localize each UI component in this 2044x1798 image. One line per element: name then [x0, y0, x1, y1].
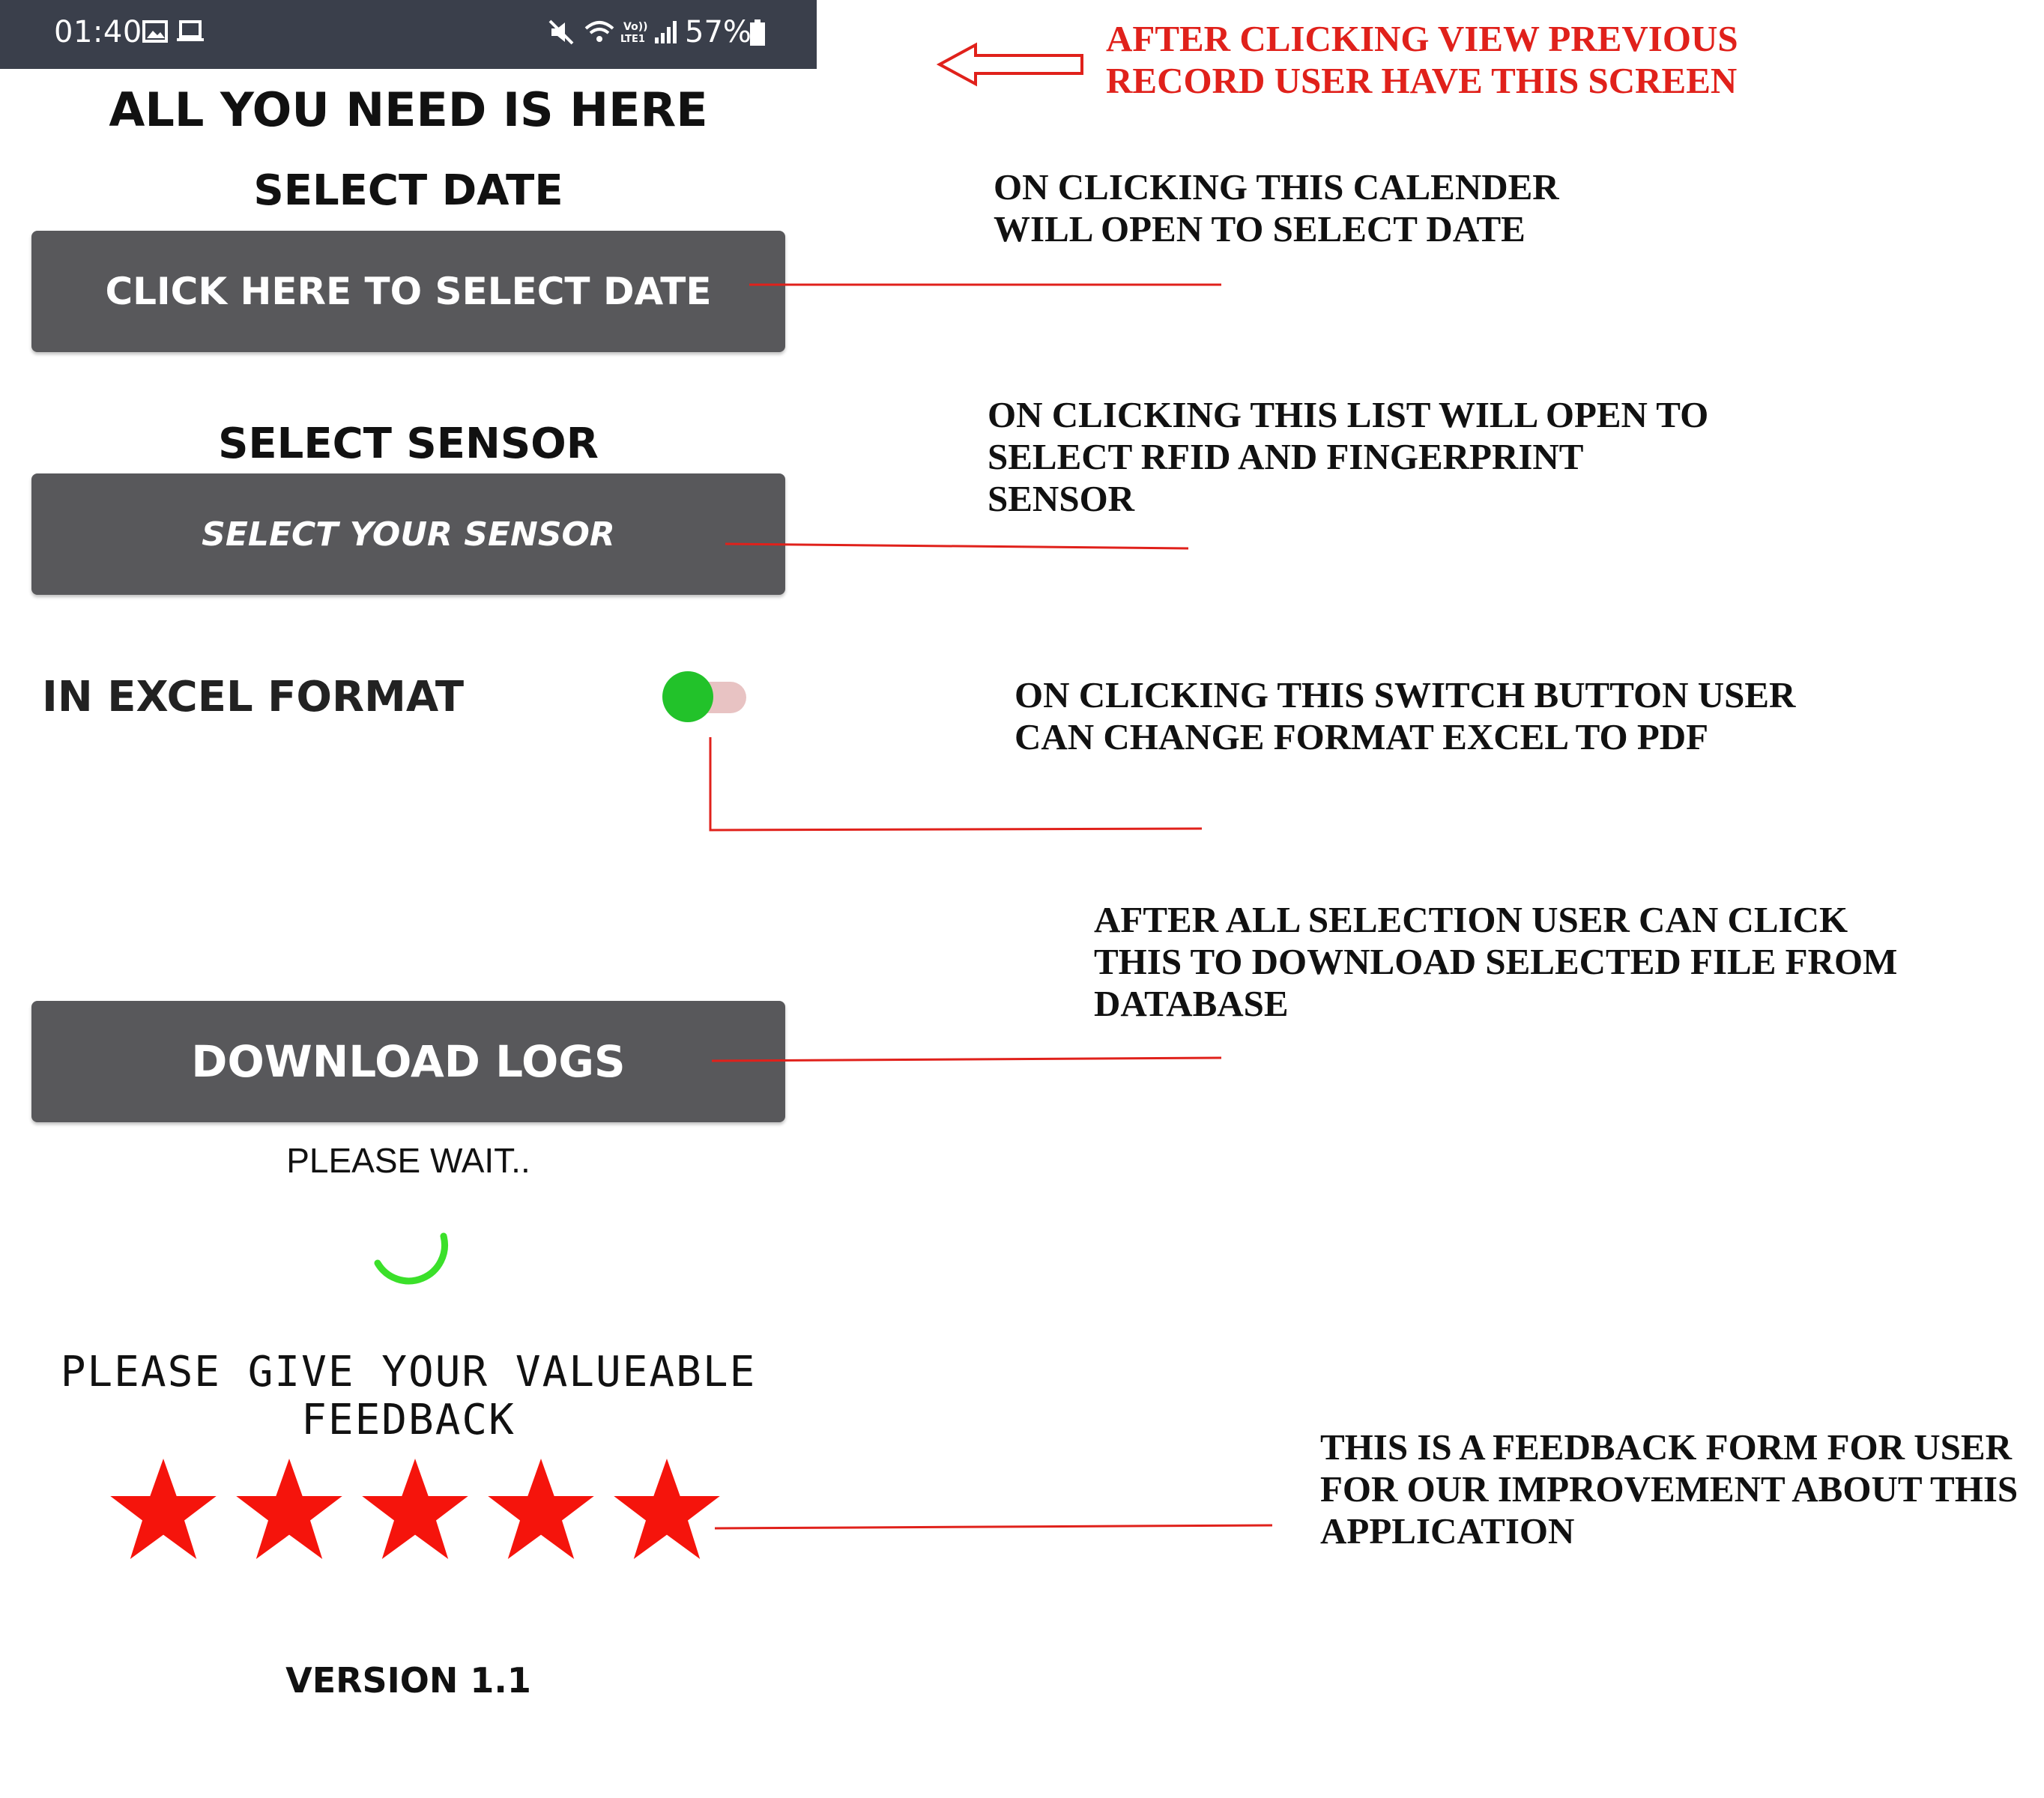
annotation-screen-context: AFTER CLICKING VIEW PREVIOUS RECORD USER… — [1106, 18, 1738, 101]
version-label: VERSION 1.1 — [285, 1660, 531, 1701]
feedback-prompt: PLEASE GIVE YOUR VALUEABLE FEEDBACK — [60, 1348, 757, 1444]
star-icon[interactable] — [486, 1456, 596, 1561]
gallery-icon — [142, 19, 168, 49]
mute-icon — [548, 19, 575, 52]
select-date-button[interactable]: CLICK HERE TO SELECT DATE — [31, 231, 785, 352]
signal-icon — [653, 19, 677, 52]
select-date-label: SELECT DATE — [253, 166, 563, 215]
loading-spinner-icon — [374, 1232, 448, 1285]
switch-thumb — [662, 671, 713, 722]
wifi-icon — [584, 19, 614, 52]
select-sensor-dropdown[interactable]: SELECT YOUR SENSOR — [31, 473, 785, 595]
phone-screen: 01:40 Vo)) LTE1 57% ALL YOU NEED IS HERE … — [0, 0, 817, 1798]
star-icon[interactable] — [360, 1456, 471, 1561]
status-time: 01:40 — [54, 15, 142, 49]
laptop-icon — [177, 19, 204, 49]
format-toggle-switch[interactable] — [662, 670, 749, 722]
select-sensor-label: SELECT SENSOR — [218, 420, 599, 468]
svg-text:LTE1: LTE1 — [620, 34, 645, 45]
annotation-feedback: THIS IS A FEEDBACK FORM FOR USER FOR OUR… — [1320, 1426, 2019, 1552]
annotation-arrow-icon — [936, 42, 1083, 87]
annotation-switch: ON CLICKING THIS SWITCH BUTTON USER CAN … — [1015, 674, 1796, 757]
page-title: ALL YOU NEED IS HERE — [109, 82, 708, 137]
star-icon[interactable] — [611, 1456, 722, 1561]
star-icon[interactable] — [108, 1456, 219, 1561]
annotation-download: AFTER ALL SELECTION USER CAN CLICK THIS … — [1094, 899, 1898, 1024]
svg-text:Vo)): Vo)) — [623, 21, 647, 33]
format-label: IN EXCEL FORMAT — [42, 673, 465, 721]
download-logs-button[interactable]: DOWNLOAD LOGS — [31, 1001, 785, 1122]
battery-icon — [749, 19, 766, 53]
status-bar: 01:40 Vo)) LTE1 57% — [0, 0, 817, 69]
star-rating[interactable] — [108, 1456, 722, 1561]
annotation-calendar: ON CLICKING THIS CALENDER WILL OPEN TO S… — [994, 166, 1559, 249]
battery-percent: 57% — [685, 15, 752, 49]
loading-text: PLEASE WAIT.. — [286, 1141, 530, 1180]
star-icon[interactable] — [234, 1456, 345, 1561]
volte-icon: Vo)) LTE1 — [619, 19, 649, 47]
annotation-sensor: ON CLICKING THIS LIST WILL OPEN TO SELEC… — [988, 394, 1709, 519]
